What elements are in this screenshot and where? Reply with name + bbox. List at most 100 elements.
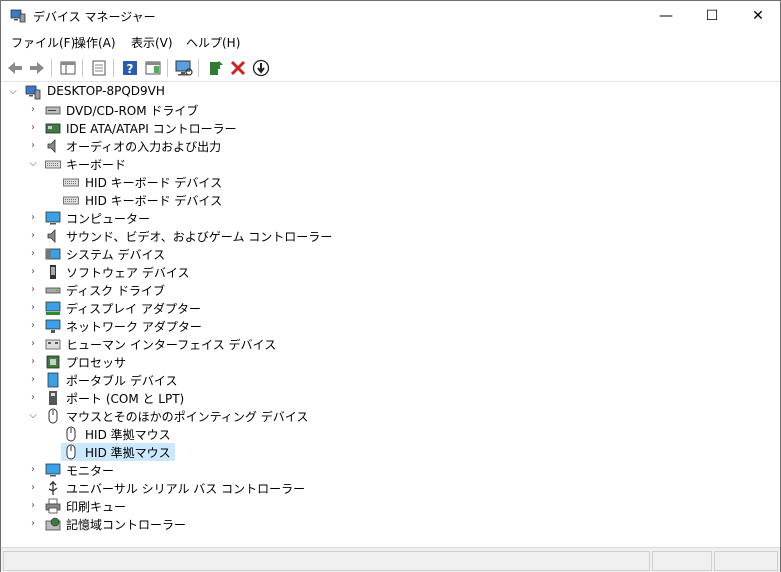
mouse-icon [66,444,76,460]
menu-file[interactable]: ファイル(F) [11,34,75,51]
tree-item-label: 記憶域コントローラー [66,518,187,532]
tree-category[interactable]: › コンピューター [1,209,780,227]
tree-category[interactable]: › ディスプレイ アダプター [1,299,780,317]
close-button[interactable]: ✕ [735,1,781,31]
tree-category[interactable]: › IDE ATA/ATAPI コントローラー [1,119,780,137]
tree-category[interactable]: › サウンド、ビデオ、およびゲーム コントローラー [1,227,780,245]
expand-chevron-icon[interactable]: › [27,101,39,119]
console-tree-icon[interactable] [58,58,78,78]
update-driver-icon[interactable] [205,58,225,78]
tree-item-label: HID 準拠マウス [85,446,171,460]
tree-category[interactable]: › ユニバーサル シリアル バス コントローラー [1,479,780,497]
collapse-chevron-icon[interactable]: ⌵ [27,155,39,173]
expand-chevron-icon[interactable]: › [27,389,39,407]
tree-item-label: キーボード [66,158,127,172]
tree-category[interactable]: › ポート (COM と LPT) [1,389,780,407]
software-device-icon [50,265,56,279]
status-bar [1,547,780,572]
expand-chevron-icon[interactable]: › [27,515,39,533]
back-arrow-icon[interactable] [5,58,25,78]
expand-chevron-icon[interactable]: › [27,227,39,245]
expand-chevron-icon[interactable]: › [27,137,39,155]
tree-item-label: コンピューター [66,212,151,226]
expand-chevron-icon[interactable]: › [27,461,39,479]
tree-item-label: モニター [66,464,115,478]
uninstall-device-icon[interactable] [228,58,248,78]
tree-item-label: IDE ATA/ATAPI コントローラー [66,122,237,136]
scan-hardware-icon[interactable] [174,58,194,78]
tree-category[interactable]: ⌵ マウスとそのほかのポインティング デバイス [1,407,780,425]
help-icon[interactable]: ? [120,58,140,78]
menu-view[interactable]: 表示(V) [131,34,173,51]
expand-chevron-icon[interactable]: › [27,245,39,263]
expand-chevron-icon[interactable]: › [27,299,39,317]
expand-chevron-icon[interactable]: › [27,479,39,497]
action-pane-icon[interactable] [143,58,163,78]
tree-item-label: マウスとそのほかのポインティング デバイス [66,410,309,424]
expand-chevron-icon[interactable]: › [27,353,39,371]
tree-category[interactable]: › オーディオの入力および出力 [1,137,780,155]
menu-action[interactable]: 操作(A) [74,34,116,51]
status-pane-2 [652,551,712,571]
toolbar-separator [82,59,83,77]
tree-category[interactable]: › ヒューマン インターフェイス デバイス [1,335,780,353]
tree-item-label: HID キーボード デバイス [85,176,223,190]
tree-category[interactable]: › ソフトウェア デバイス [1,263,780,281]
tree-category[interactable]: ⌵ キーボード [1,155,780,173]
disable-device-icon[interactable] [251,58,271,78]
tree-device[interactable]: HID 準拠マウス [1,425,780,443]
computer-name: DESKTOP-8PQD9VH [47,84,165,98]
tree-item-label: ソフトウェア デバイス [66,266,190,280]
tree-category[interactable]: › ディスク ドライブ [1,281,780,299]
storage-controller-icon [45,517,61,531]
processor-icon [46,355,60,369]
minimize-button[interactable]: — [643,1,689,31]
device-manager-app-icon [10,9,26,23]
speaker-icon [47,139,56,153]
tree-root[interactable]: ⌵ DESKTOP-8PQD9VH [1,83,780,101]
tree-item-label: ヒューマン インターフェイス デバイス [66,338,277,352]
title-bar: デバイス マネージャー — ☐ ✕ [1,1,780,31]
tree-category[interactable]: › ネットワーク アダプター [1,317,780,335]
tree-device[interactable]: HID キーボード デバイス [1,173,780,191]
tree-item-label: オーディオの入力および出力 [66,140,222,154]
expand-chevron-icon[interactable]: › [27,497,39,515]
system-device-icon [45,248,61,260]
maximize-button[interactable]: ☐ [689,1,735,31]
properties-icon[interactable] [89,58,109,78]
collapse-chevron-icon[interactable]: ⌵ [27,407,39,425]
tree-item-label: HID 準拠マウス [85,428,171,442]
tree-category[interactable]: › 記憶域コントローラー [1,515,780,533]
collapse-chevron-icon[interactable]: ⌵ [7,83,19,101]
expand-chevron-icon[interactable]: › [27,371,39,389]
tree-category[interactable]: › 印刷キュー [1,497,780,515]
tree-category[interactable]: › DVD/CD-ROM ドライブ [1,101,780,119]
tree-item-label: システム デバイス [66,248,166,262]
keyboard-icon [45,160,61,169]
forward-arrow-icon[interactable] [27,58,47,78]
dvd-drive-icon [45,106,61,115]
expand-chevron-icon[interactable]: › [27,209,39,227]
keyboard-icon [63,196,79,205]
tree-category[interactable]: › システム デバイス [1,245,780,263]
toolbar-separator [113,59,114,77]
tree-item-label: ネットワーク アダプター [66,320,202,334]
expand-chevron-icon[interactable]: › [27,335,39,353]
expand-chevron-icon[interactable]: › [27,119,39,137]
mouse-icon [66,426,76,442]
expand-chevron-icon[interactable]: › [27,263,39,281]
tree-device[interactable]: HID 準拠マウス [1,443,780,461]
expand-chevron-icon[interactable]: › [27,317,39,335]
tree-category[interactable]: › モニター [1,461,780,479]
tree-item-label: ディスク ドライブ [66,284,165,298]
menu-help[interactable]: ヘルプ(H) [186,34,240,51]
device-manager-window: デバイス マネージャー — ☐ ✕ ファイル(F) 操作(A) 表示(V) ヘル… [0,0,781,572]
tree-item-label: ポータブル デバイス [66,374,178,388]
display-adapter-icon [45,301,61,315]
tree-device[interactable]: HID キーボード デバイス [1,191,780,209]
computer-root-icon [25,85,41,100]
computer-icon [45,211,61,225]
tree-category[interactable]: › プロセッサ [1,353,780,371]
tree-category[interactable]: › ポータブル デバイス [1,371,780,389]
expand-chevron-icon[interactable]: › [27,281,39,299]
